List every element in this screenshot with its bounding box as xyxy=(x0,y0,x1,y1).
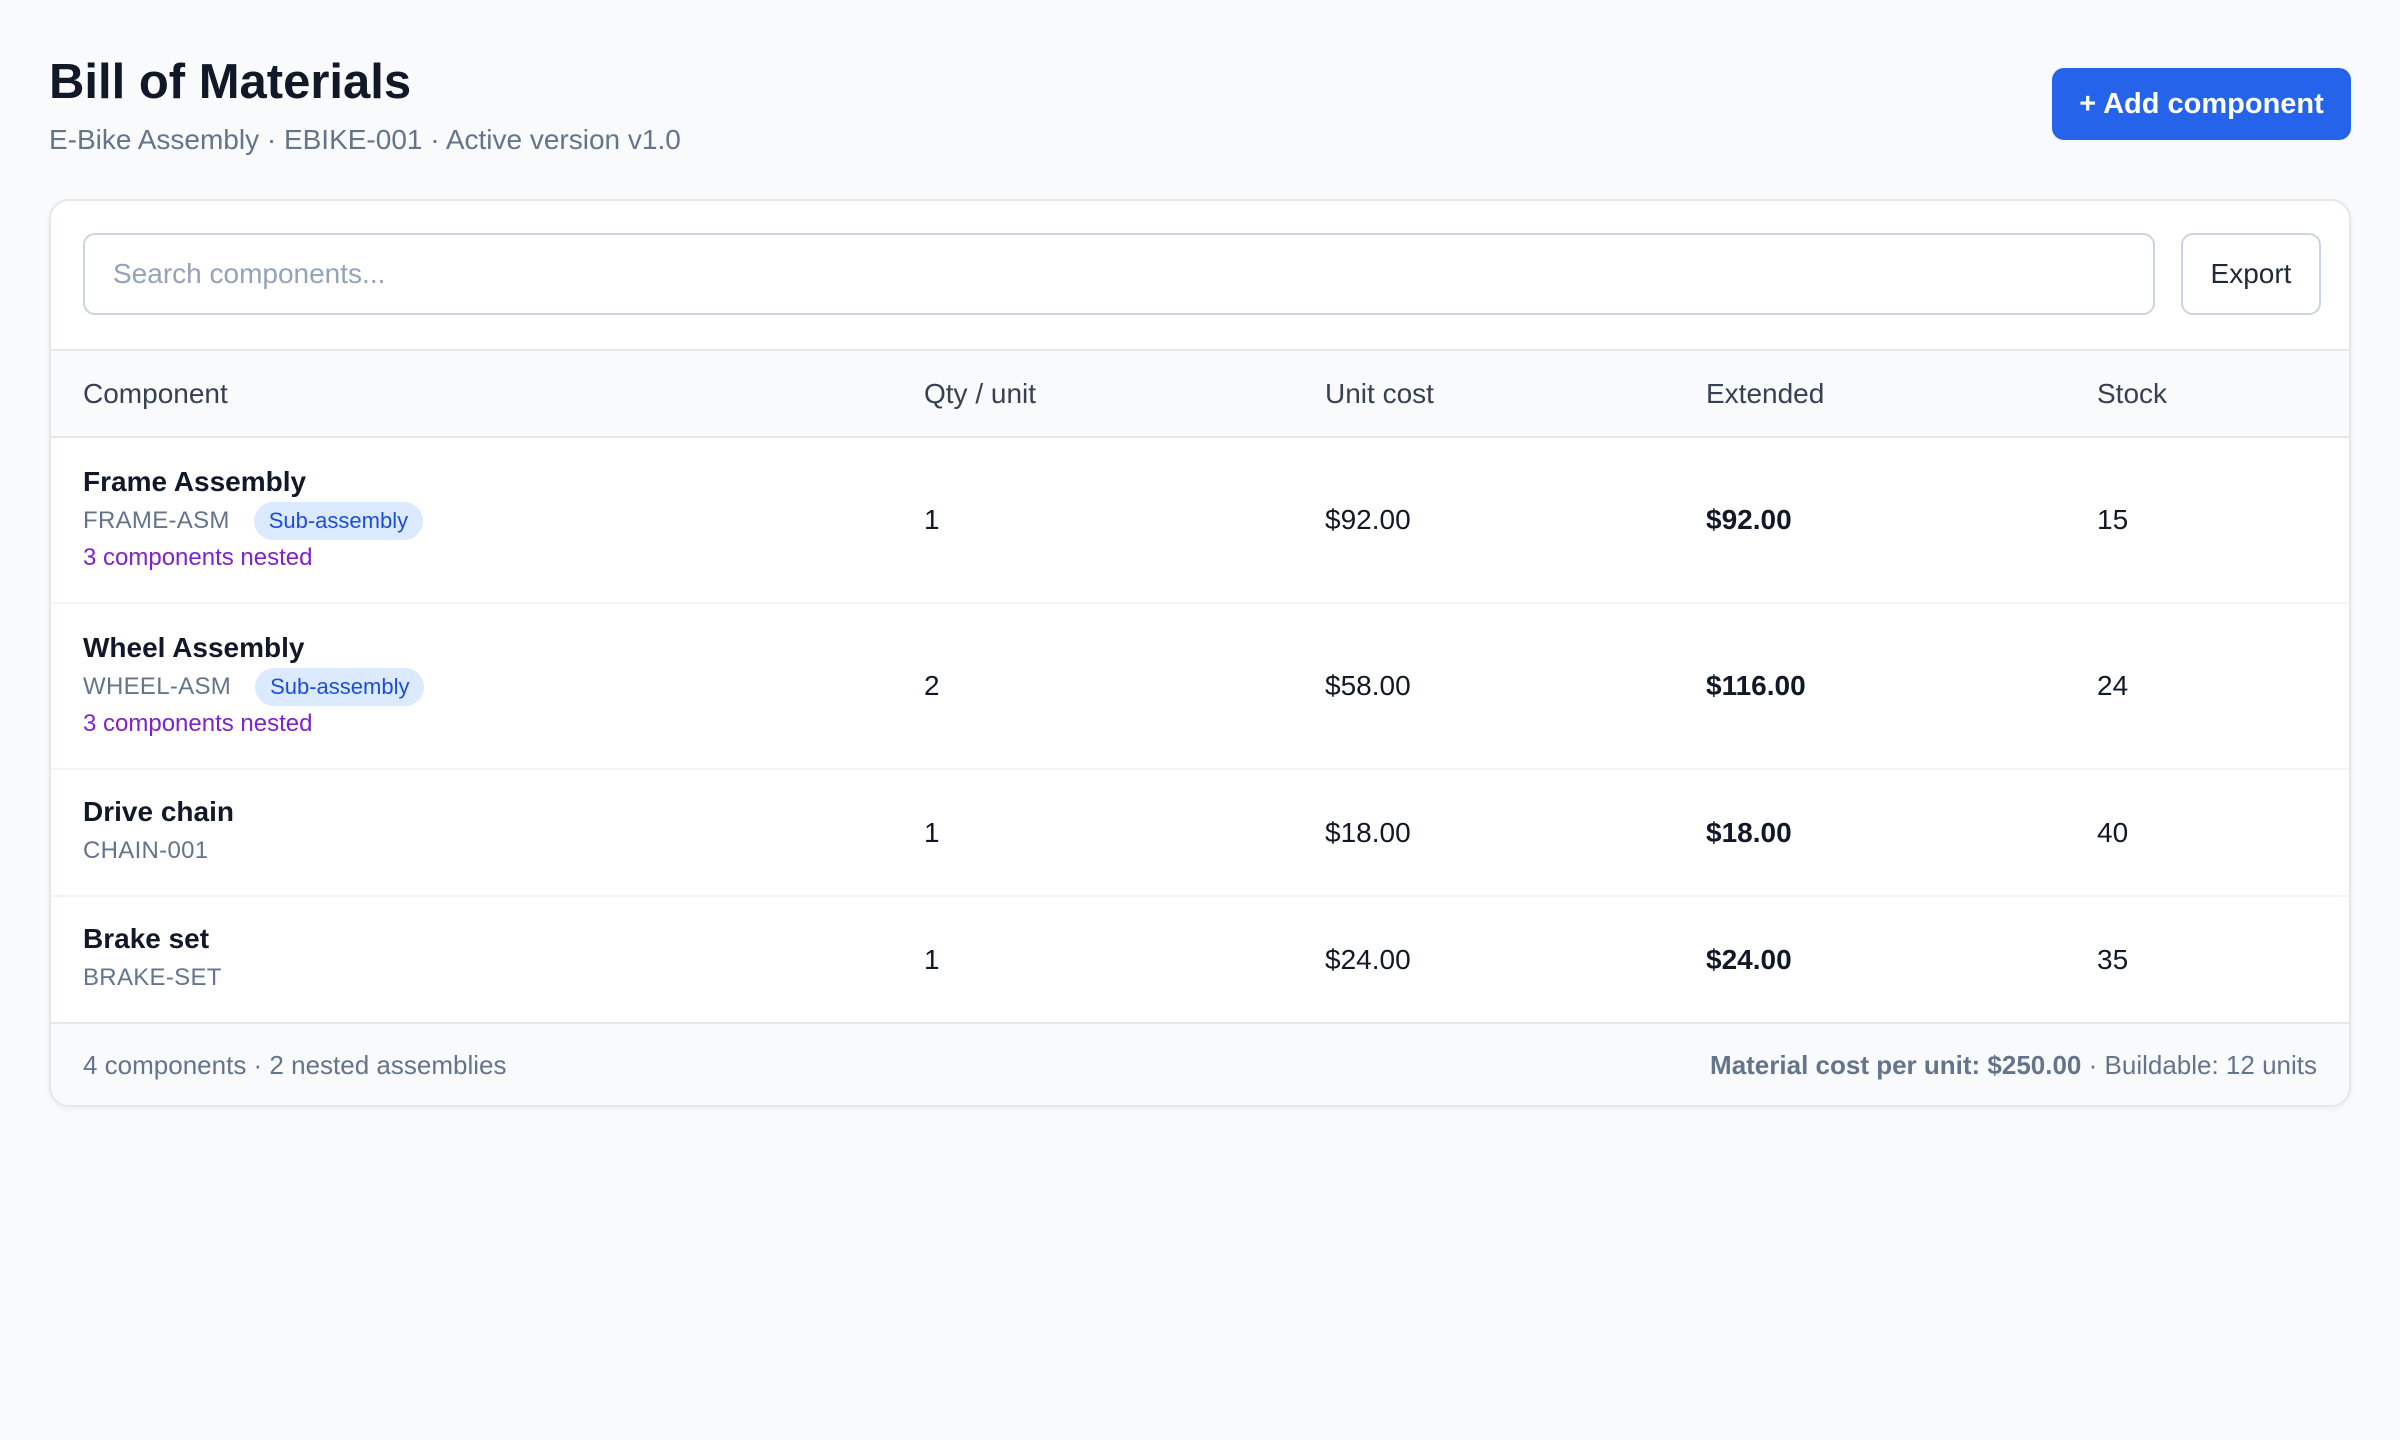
stock-cell: 15 xyxy=(2097,437,2349,604)
qty-cell: 2 xyxy=(924,603,1325,770)
page-header: Bill of Materials E-Bike Assembly · EBIK… xyxy=(49,0,2351,199)
qty-cell: 1 xyxy=(924,769,1325,897)
qty-cell: 1 xyxy=(924,896,1325,1024)
bom-table: Component Qty / unit Unit cost Extended … xyxy=(51,351,2349,1024)
column-header-extended[interactable]: Extended xyxy=(1706,351,2097,438)
unit-cost-cell: $58.00 xyxy=(1325,603,1706,770)
component-sku: WHEEL-ASM xyxy=(83,673,232,700)
component-cell: Wheel Assembly WHEEL-ASM Sub-assembly 3 … xyxy=(51,603,924,770)
component-name: Frame Assembly xyxy=(83,466,307,497)
component-meta: FRAME-ASM Sub-assembly xyxy=(83,502,924,540)
footer-cost-summary: Material cost per unit: $250.00 · Builda… xyxy=(1710,1024,2317,1105)
add-component-button[interactable]: + Add component xyxy=(2052,68,2351,140)
column-header-qty[interactable]: Qty / unit xyxy=(924,351,1325,438)
material-cost-per-unit: Material cost per unit: $250.00 xyxy=(1710,1050,2082,1080)
page-title: Bill of Materials xyxy=(49,55,412,109)
footer-summary: 4 components · 2 nested assemblies xyxy=(83,1050,507,1080)
component-cell: Frame Assembly FRAME-ASM Sub-assembly 3 … xyxy=(51,437,924,604)
component-sku: FRAME-ASM xyxy=(83,507,230,534)
extended-cost-cell: $24.00 xyxy=(1706,896,2097,1024)
stock-cell: 24 xyxy=(2097,603,2349,770)
toolbar: Export xyxy=(51,201,2349,351)
table-row[interactable]: Brake set BRAKE-SET 1 $24.00 $24.00 35 xyxy=(51,896,2349,1024)
table-header-row: Component Qty / unit Unit cost Extended … xyxy=(51,351,2349,438)
sub-assembly-badge: Sub-assembly xyxy=(255,668,425,706)
search-input[interactable] xyxy=(83,233,2155,315)
stock-cell: 40 xyxy=(2097,769,2349,897)
unit-cost-cell: $18.00 xyxy=(1325,769,1706,897)
extended-cost-cell: $116.00 xyxy=(1706,603,2097,770)
column-header-stock[interactable]: Stock xyxy=(2097,351,2349,438)
component-cell: Drive chain CHAIN-001 xyxy=(51,769,924,897)
sub-assembly-badge: Sub-assembly xyxy=(253,502,424,540)
component-meta: WHEEL-ASM Sub-assembly xyxy=(83,668,924,706)
bom-page: Bill of Materials E-Bike Assembly · EBIK… xyxy=(0,0,2400,1440)
component-name: Brake set xyxy=(83,923,210,954)
qty-cell: 1 xyxy=(924,437,1325,604)
component-name: Wheel Assembly xyxy=(83,632,305,663)
table-row[interactable]: Frame Assembly FRAME-ASM Sub-assembly 3 … xyxy=(51,437,2349,604)
extended-cost-cell: $92.00 xyxy=(1706,437,2097,604)
unit-cost-cell: $24.00 xyxy=(1325,896,1706,1024)
nested-components-link[interactable]: 3 components nested xyxy=(83,707,924,741)
column-header-component[interactable]: Component xyxy=(51,351,924,438)
bom-card: Export Component Qty / unit Unit cost Ex… xyxy=(49,199,2351,1107)
export-button[interactable]: Export xyxy=(2181,233,2321,315)
component-name: Drive chain xyxy=(83,796,234,827)
component-meta: CHAIN-001 xyxy=(83,832,924,870)
page-subtitle: E-Bike Assembly · EBIKE-001 · Active ver… xyxy=(49,124,681,155)
column-header-unit-cost[interactable]: Unit cost xyxy=(1325,351,1706,438)
component-sku: BRAKE-SET xyxy=(83,964,222,991)
buildable-units: · Buildable: 12 units xyxy=(2081,1050,2317,1080)
component-sku: CHAIN-001 xyxy=(83,837,209,864)
extended-cost-cell: $18.00 xyxy=(1706,769,2097,897)
component-cell: Brake set BRAKE-SET xyxy=(51,896,924,1024)
table-footer: 4 components · 2 nested assemblies Mater… xyxy=(51,1024,2349,1105)
table-row[interactable]: Drive chain CHAIN-001 1 $18.00 $18.00 40 xyxy=(51,769,2349,897)
unit-cost-cell: $92.00 xyxy=(1325,437,1706,604)
component-meta: BRAKE-SET xyxy=(83,959,924,997)
nested-components-link[interactable]: 3 components nested xyxy=(83,541,924,575)
stock-cell: 35 xyxy=(2097,896,2349,1024)
table-row[interactable]: Wheel Assembly WHEEL-ASM Sub-assembly 3 … xyxy=(51,603,2349,770)
